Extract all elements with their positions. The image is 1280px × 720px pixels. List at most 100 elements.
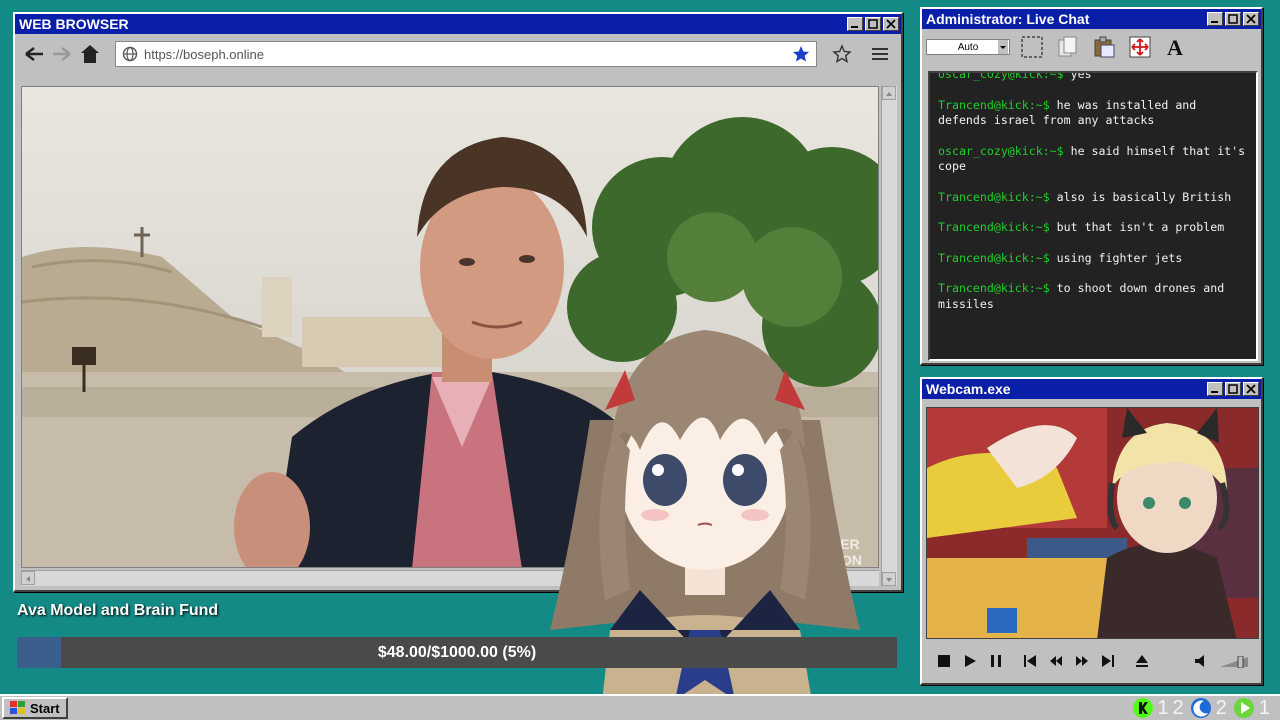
skip-forward-icon	[1102, 655, 1114, 667]
system-tray: 1 2 2 1	[1132, 697, 1279, 719]
close-icon	[1246, 14, 1256, 24]
scroll-up-button[interactable]	[882, 86, 896, 100]
maximize-button[interactable]	[1225, 12, 1241, 26]
url-text: https://boseph.online	[144, 46, 264, 62]
minimize-button[interactable]	[1207, 12, 1223, 26]
chat-username: oscar_cozy@kick:~$	[938, 143, 1064, 158]
fund-title: Ava Model and Brain Fund	[17, 602, 219, 619]
chevron-down-icon	[998, 40, 1008, 54]
chat-title: Administrator: Live Chat	[926, 11, 1090, 27]
chat-titlebar[interactable]: Administrator: Live Chat	[922, 9, 1261, 29]
pause-button[interactable]	[988, 653, 1004, 669]
fullscreen-icon	[1129, 36, 1151, 58]
kick-icon	[1132, 698, 1153, 718]
stop-button[interactable]	[936, 653, 952, 669]
select-tool-button[interactable]	[1018, 33, 1046, 61]
back-arrow-icon	[25, 47, 43, 61]
chat-message: oscar_cozy@kick:~$ yes	[938, 71, 1248, 83]
browser-title: WEB BROWSER	[19, 16, 129, 32]
tray-kick-count: 1	[1157, 696, 1169, 719]
scroll-down-button[interactable]	[882, 572, 896, 586]
tray-play[interactable]: 1	[1233, 697, 1270, 720]
eject-icon	[1136, 655, 1148, 667]
maximize-button[interactable]	[1225, 382, 1241, 396]
chat-window: Administrator: Live Chat Auto A oscar_co…	[920, 7, 1263, 365]
chat-text: using fighter jets	[1049, 250, 1183, 265]
chat-message: Trancend@kick:~$ using fighter jets	[938, 251, 1248, 267]
maximize-icon	[868, 19, 878, 29]
minimize-icon	[1211, 391, 1218, 393]
menu-icon	[872, 48, 888, 60]
chat-text: yes	[1063, 71, 1092, 81]
webcam-window: Webcam.exe	[920, 377, 1263, 685]
chat-text: but that isn't a problem	[1049, 220, 1225, 234]
play-icon	[1233, 698, 1254, 718]
start-button[interactable]: Start	[2, 697, 68, 719]
tray-separator-count: 2	[1172, 696, 1184, 719]
browser-titlebar[interactable]: WEB BROWSER	[15, 14, 901, 34]
chat-text: also is basically British	[1049, 189, 1232, 204]
webcam-view	[926, 407, 1259, 639]
star-icon	[832, 44, 852, 63]
marquee-select-icon	[1021, 36, 1043, 58]
bookmark-button[interactable]	[829, 41, 855, 67]
volume-slider-track	[1220, 655, 1248, 669]
globe-icon	[122, 46, 138, 62]
forward-button[interactable]	[49, 41, 75, 67]
minimize-button[interactable]	[1207, 382, 1223, 396]
play-button[interactable]	[962, 653, 978, 669]
tray-kick[interactable]: 1 2	[1132, 697, 1184, 720]
font-button[interactable]: A	[1162, 33, 1190, 61]
volume-button[interactable]	[1194, 653, 1210, 669]
close-icon	[1246, 384, 1256, 394]
moon-icon	[1190, 698, 1211, 718]
fund-progress-bar: $48.00/$1000.00 (5%)	[17, 637, 897, 668]
copy-button[interactable]	[1054, 33, 1082, 61]
eject-button[interactable]	[1134, 653, 1150, 669]
font-size-select[interactable]: Auto	[926, 39, 1010, 55]
browser-navbar: https://boseph.online	[15, 34, 901, 74]
start-label: Start	[30, 700, 60, 716]
chat-username: oscar_cozy@kick:~$	[938, 71, 1064, 81]
chat-message: Trancend@kick:~$ also is basically Briti…	[938, 190, 1248, 206]
taskbar: Start 1 2 2 1	[0, 694, 1280, 720]
fast-forward-icon	[1076, 656, 1088, 666]
fullscreen-button[interactable]	[1126, 33, 1154, 61]
chat-message: Trancend@kick:~$ to shoot down drones an…	[938, 281, 1248, 312]
chat-username: Trancend@kick:~$	[938, 220, 1050, 234]
paste-button[interactable]	[1090, 33, 1118, 61]
close-button[interactable]	[1243, 12, 1259, 26]
paste-icon	[1094, 36, 1115, 58]
menu-button[interactable]	[867, 41, 893, 67]
rewind-button[interactable]	[1048, 653, 1064, 669]
minimize-icon	[851, 26, 858, 28]
scroll-left-button[interactable]	[21, 571, 35, 585]
address-bar[interactable]: https://boseph.online	[115, 41, 817, 67]
rewind-icon	[1050, 656, 1062, 666]
minimize-button[interactable]	[847, 17, 863, 31]
vertical-scrollbar[interactable]	[881, 86, 897, 586]
play-icon	[965, 655, 976, 667]
volume-slider[interactable]	[1220, 655, 1250, 669]
skip-forward-button[interactable]	[1100, 653, 1116, 669]
fund-amount: $48.00/$1000.00 (5%)	[377, 643, 537, 661]
webcam-title: Webcam.exe	[926, 381, 1011, 397]
webcam-titlebar[interactable]: Webcam.exe	[922, 379, 1261, 399]
maximize-icon	[1228, 384, 1238, 394]
close-button[interactable]	[1243, 382, 1259, 396]
skip-back-button[interactable]	[1022, 653, 1038, 669]
tray-moon[interactable]: 2	[1190, 697, 1227, 720]
fast-forward-button[interactable]	[1074, 653, 1090, 669]
chat-message: Trancend@kick:~$ but that isn't a proble…	[938, 220, 1248, 236]
maximize-button[interactable]	[865, 17, 881, 31]
font-icon: A	[1167, 35, 1183, 59]
chat-messages[interactable]: oscar_cozy@kick:~$ yes Trancend@kick:~$ …	[928, 71, 1258, 361]
home-button[interactable]	[77, 41, 103, 67]
font-size-value: Auto	[957, 41, 979, 53]
minimize-icon	[1211, 21, 1218, 23]
speaker-icon	[1195, 655, 1204, 667]
back-button[interactable]	[21, 41, 47, 67]
webcam-image	[927, 408, 1258, 638]
bookmarked-star-icon[interactable]	[792, 45, 810, 63]
close-button[interactable]	[883, 17, 899, 31]
